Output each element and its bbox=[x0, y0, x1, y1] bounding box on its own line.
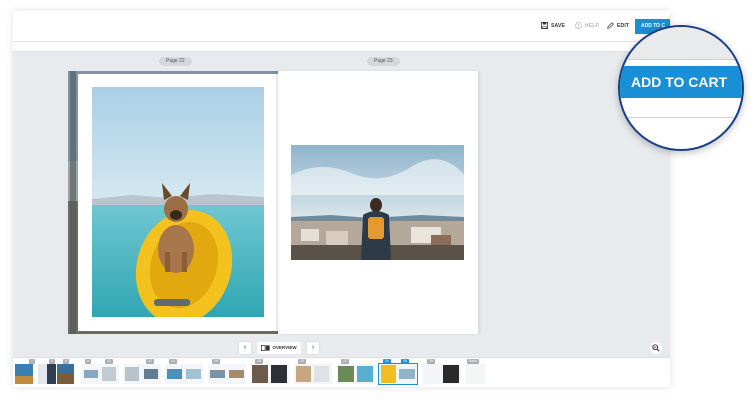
thumbnail-spread[interactable] bbox=[294, 364, 332, 384]
overview-label: OVERVIEW bbox=[272, 345, 297, 350]
magnifier-divider bbox=[620, 117, 742, 118]
thumbnail-back-cover[interactable] bbox=[465, 364, 485, 384]
question-circle-icon: ? bbox=[575, 22, 582, 29]
thumbnail-number: 8 bbox=[85, 359, 91, 364]
thumbnail-number: 14 bbox=[169, 359, 177, 364]
magnified-add-to-cart-button[interactable]: ADD TO CART bbox=[620, 66, 742, 98]
thumbnail-page-1[interactable] bbox=[15, 364, 33, 384]
thumbnail-number: 20 bbox=[298, 359, 306, 364]
thumbnail-number: 10 bbox=[105, 359, 113, 364]
help-button[interactable]: ? HELP bbox=[575, 22, 599, 29]
thumbnail-spread[interactable] bbox=[81, 364, 119, 384]
page-navigation: ‹ OVERVIEW › bbox=[239, 341, 319, 354]
next-page-button[interactable]: › bbox=[307, 341, 319, 354]
zoom-out-button[interactable] bbox=[650, 342, 662, 354]
chevron-left-icon: ‹ bbox=[243, 344, 247, 351]
thumbnail-page-3[interactable] bbox=[57, 364, 74, 384]
thumbnail-spread[interactable] bbox=[423, 364, 461, 384]
thumbnail-number: 18 bbox=[255, 359, 263, 364]
thumbnail-number: 6 bbox=[63, 359, 69, 364]
dog-kayak-photo[interactable] bbox=[92, 87, 264, 317]
thumbnail-spread-selected[interactable] bbox=[378, 363, 418, 385]
traveler-photo[interactable] bbox=[291, 145, 464, 260]
magnifier-callout: ADD TO CART bbox=[618, 25, 744, 151]
page-label-right: Page 23 bbox=[367, 57, 400, 66]
save-button[interactable]: SAVE bbox=[541, 22, 565, 29]
svg-text:?: ? bbox=[577, 23, 580, 28]
thumbnail-number: 12 bbox=[146, 359, 154, 364]
help-label: HELP bbox=[585, 22, 600, 29]
thumbnail-page-2[interactable] bbox=[38, 364, 56, 384]
thumbnail-number-selected: 26 bbox=[401, 359, 409, 364]
overview-button[interactable]: OVERVIEW bbox=[257, 341, 301, 354]
save-label: SAVE bbox=[551, 22, 566, 29]
thumbnail-number: 16 bbox=[212, 359, 220, 364]
thumbnail-spread[interactable] bbox=[123, 364, 161, 384]
traveler-image bbox=[291, 145, 464, 260]
thumbnail-spread[interactable] bbox=[165, 364, 203, 384]
thumbnail-number: 2 bbox=[29, 359, 35, 364]
book-overview-icon bbox=[261, 344, 271, 351]
thumbnail-strip: 2 4 6 8 10 12 14 16 18 20 22 24 26 28 Ba… bbox=[13, 357, 670, 387]
sub-toolbar bbox=[13, 42, 670, 52]
page-label-left: Page 22 bbox=[159, 57, 192, 66]
pencil-icon bbox=[607, 22, 614, 29]
thumbnail-spread[interactable] bbox=[251, 364, 289, 384]
thumbnail-spread[interactable] bbox=[208, 364, 246, 384]
prev-page-button[interactable]: ‹ bbox=[239, 341, 251, 354]
magnifier-toolbar-area bbox=[620, 27, 742, 59]
magnifier-divider bbox=[620, 59, 742, 60]
page-spread bbox=[68, 71, 478, 334]
thumbnail-spread[interactable] bbox=[337, 364, 375, 384]
photobook-editor: SAVE ? HELP EDIT ADD TO C Page 22 Page 2… bbox=[13, 11, 670, 387]
zoom-out-icon bbox=[652, 344, 660, 352]
thumbnail-number-selected: 24 bbox=[383, 359, 391, 364]
thumbnail-number: 28 bbox=[427, 359, 435, 364]
floppy-disk-icon bbox=[541, 22, 548, 29]
chevron-right-icon: › bbox=[311, 344, 315, 351]
thumbnail-number: 4 bbox=[49, 359, 55, 364]
dog-kayak-image bbox=[92, 87, 264, 317]
top-toolbar: SAVE ? HELP EDIT ADD TO C bbox=[13, 11, 670, 42]
spine-shadow bbox=[276, 71, 280, 334]
thumbnail-number: 22 bbox=[341, 359, 349, 364]
thumbnail-number: Back bbox=[467, 359, 479, 364]
